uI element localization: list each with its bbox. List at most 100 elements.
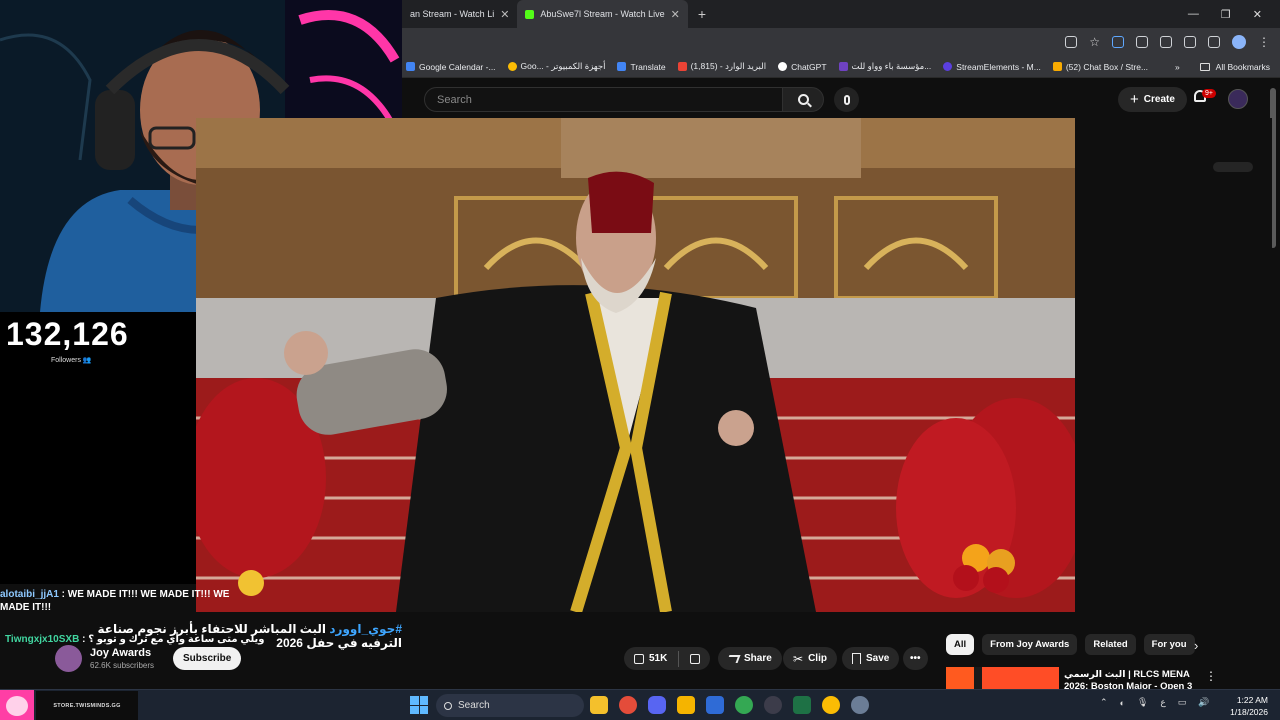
- bookmark-google-calendar[interactable]: Google Calendar -...: [406, 62, 496, 72]
- mic-icon: [843, 94, 850, 105]
- chip-for-you[interactable]: For you: [1143, 634, 1195, 655]
- tab-kick-stream-1[interactable]: an Stream - Watch Li ✕: [402, 0, 517, 28]
- chat-username: alotaibi_jjA1: [0, 589, 59, 600]
- channel-name[interactable]: Joy Awards: [90, 647, 151, 659]
- store-url-label: STORE.TWISMINDS.GG: [36, 691, 138, 720]
- app-icon[interactable]: [706, 696, 724, 714]
- restore-icon[interactable]: ❐: [1221, 8, 1231, 21]
- bookmark-foundation[interactable]: مؤسسة باء وواو للت...: [838, 61, 931, 72]
- windows-start-icon[interactable]: [410, 696, 428, 714]
- chevron-right-icon[interactable]: »: [1175, 62, 1180, 72]
- input-language[interactable]: ع: [1160, 697, 1165, 708]
- stream-chat-overlay: alotaibi_jjA1 : WE MADE IT!!! WE MADE IT…: [0, 588, 235, 614]
- bookmark-icon: [852, 653, 861, 664]
- subscribe-button[interactable]: Subscribe: [173, 647, 242, 670]
- search-icon: [444, 701, 452, 710]
- recommendation-chips: All From Joy Awards Related For you: [946, 634, 1195, 655]
- bookmark-chatgpt[interactable]: ChatGPT: [778, 62, 827, 72]
- bookmark-google[interactable]: Goo... - أجهزة الكمبيوتر: [507, 61, 606, 72]
- reading-list-icon[interactable]: [1208, 36, 1220, 48]
- system-tray: ⌃ ◐ 🎙 ع ▭ 🔊: [1100, 697, 1210, 708]
- more-icon: •••: [910, 653, 921, 664]
- voice-search-button[interactable]: [834, 87, 859, 112]
- close-icon[interactable]: ✕: [671, 8, 680, 21]
- app-icon[interactable]: [677, 696, 695, 714]
- obs-icon[interactable]: [764, 696, 782, 714]
- all-bookmarks-label: All Bookmarks: [1215, 61, 1270, 72]
- streamelements-icon: [943, 62, 953, 71]
- display-icon[interactable]: ▭: [1178, 697, 1187, 708]
- discord-icon[interactable]: [648, 696, 666, 714]
- extension-icon[interactable]: [1112, 36, 1124, 48]
- new-tab-button[interactable]: +: [688, 6, 716, 22]
- save-button[interactable]: Save: [842, 647, 900, 670]
- profile-avatar[interactable]: [1232, 35, 1246, 49]
- chip-all[interactable]: All: [946, 634, 975, 655]
- chat-text: : ويلي متى ساعة وأي مع ترك و توبو ؟: [79, 634, 265, 645]
- bookmark-star-icon[interactable]: ☆: [1089, 35, 1100, 49]
- minimize-icon[interactable]: —: [1188, 8, 1199, 21]
- search-input[interactable]: Search: [424, 87, 784, 112]
- taskbar-search[interactable]: Search: [436, 694, 584, 717]
- chip-related[interactable]: Related: [1085, 634, 1136, 655]
- followers-count: 132,126: [6, 316, 129, 352]
- bookmark-streamelements[interactable]: StreamElements - M...: [943, 62, 1041, 72]
- share-icon: [726, 654, 741, 663]
- browser-tab-strip: an Stream - Watch Li ✕ AbuSwe7l Stream -…: [402, 0, 1280, 28]
- close-window-icon[interactable]: ✕: [1253, 8, 1262, 21]
- app-tray-icon[interactable]: ◐: [1120, 698, 1125, 708]
- dislike-icon[interactable]: [690, 653, 701, 664]
- share-label: Share: [744, 653, 772, 664]
- search-icon: [797, 94, 809, 105]
- extension-icon[interactable]: [1136, 36, 1148, 48]
- like-count[interactable]: 51K: [649, 653, 667, 664]
- bookmark-label: Google Calendar -...: [419, 61, 496, 72]
- video-player[interactable]: [196, 118, 1075, 612]
- like-icon[interactable]: [634, 653, 644, 664]
- chrome-icon[interactable]: [619, 696, 637, 714]
- browser-toolbar: ☆ ⋮: [402, 28, 1280, 56]
- clock[interactable]: 1:22 AM 1/18/2026: [1222, 694, 1268, 718]
- tab-abuswe7l-stream[interactable]: AbuSwe7l Stream - Watch Live ✕: [517, 0, 688, 28]
- miniplayer-toggle[interactable]: [1213, 162, 1253, 172]
- youtube-header: Search + Create 9+: [402, 80, 1280, 118]
- save-label: Save: [866, 653, 890, 664]
- puzzle-icon[interactable]: [1184, 36, 1196, 48]
- video-title-hashtag[interactable]: #جوي_اوورد: [329, 622, 402, 636]
- bookmark-translate[interactable]: Translate: [617, 62, 666, 72]
- more-vert-icon[interactable]: ⋮: [1205, 669, 1217, 683]
- close-icon[interactable]: ✕: [500, 8, 509, 21]
- video-side-area: [1075, 118, 1272, 612]
- file-explorer-icon[interactable]: [590, 696, 608, 714]
- extension-icon[interactable]: [1160, 36, 1172, 48]
- more-actions-button[interactable]: •••: [903, 647, 928, 670]
- search-button[interactable]: [782, 87, 824, 112]
- chrome-icon[interactable]: [822, 696, 840, 714]
- translate-icon: [617, 62, 627, 71]
- mic-icon[interactable]: 🎙: [1137, 697, 1148, 708]
- install-app-icon[interactable]: [1065, 36, 1078, 48]
- bookmark-gmail[interactable]: البريد الوارد - (1,815): [677, 61, 766, 72]
- bookmark-label: Goo... - أجهزة الكمبيوتر: [520, 61, 606, 71]
- chrome-icon[interactable]: [735, 696, 753, 714]
- excel-icon[interactable]: [793, 696, 811, 714]
- share-button[interactable]: Share: [718, 647, 782, 670]
- chip-from-joy-awards[interactable]: From Joy Awards: [982, 634, 1078, 655]
- channel-subscribers: 62.6K subscribers: [90, 661, 155, 670]
- volume-icon[interactable]: 🔊: [1198, 697, 1209, 708]
- chevron-up-icon[interactable]: ⌃: [1100, 697, 1108, 708]
- create-button[interactable]: + Create: [1118, 87, 1187, 112]
- settings-icon[interactable]: [851, 696, 869, 714]
- bookmark-chatbox[interactable]: (52) Chat Box / Stre...: [1052, 62, 1148, 72]
- taskbar-search-label: Search: [458, 700, 490, 711]
- gmail-icon: [677, 62, 687, 71]
- google-icon: [507, 62, 517, 71]
- account-avatar[interactable]: [1228, 89, 1248, 109]
- clip-button[interactable]: ✂ Clip: [783, 647, 837, 670]
- recommended-video-thumbnail[interactable]: [946, 667, 1059, 689]
- notification-badge: 9+: [1202, 89, 1216, 98]
- menu-icon[interactable]: ⋮: [1258, 35, 1270, 49]
- chevron-right-icon[interactable]: ›: [1194, 638, 1198, 653]
- channel-avatar[interactable]: [55, 645, 82, 672]
- all-bookmarks-button[interactable]: » All Bookmarks: [1175, 62, 1280, 72]
